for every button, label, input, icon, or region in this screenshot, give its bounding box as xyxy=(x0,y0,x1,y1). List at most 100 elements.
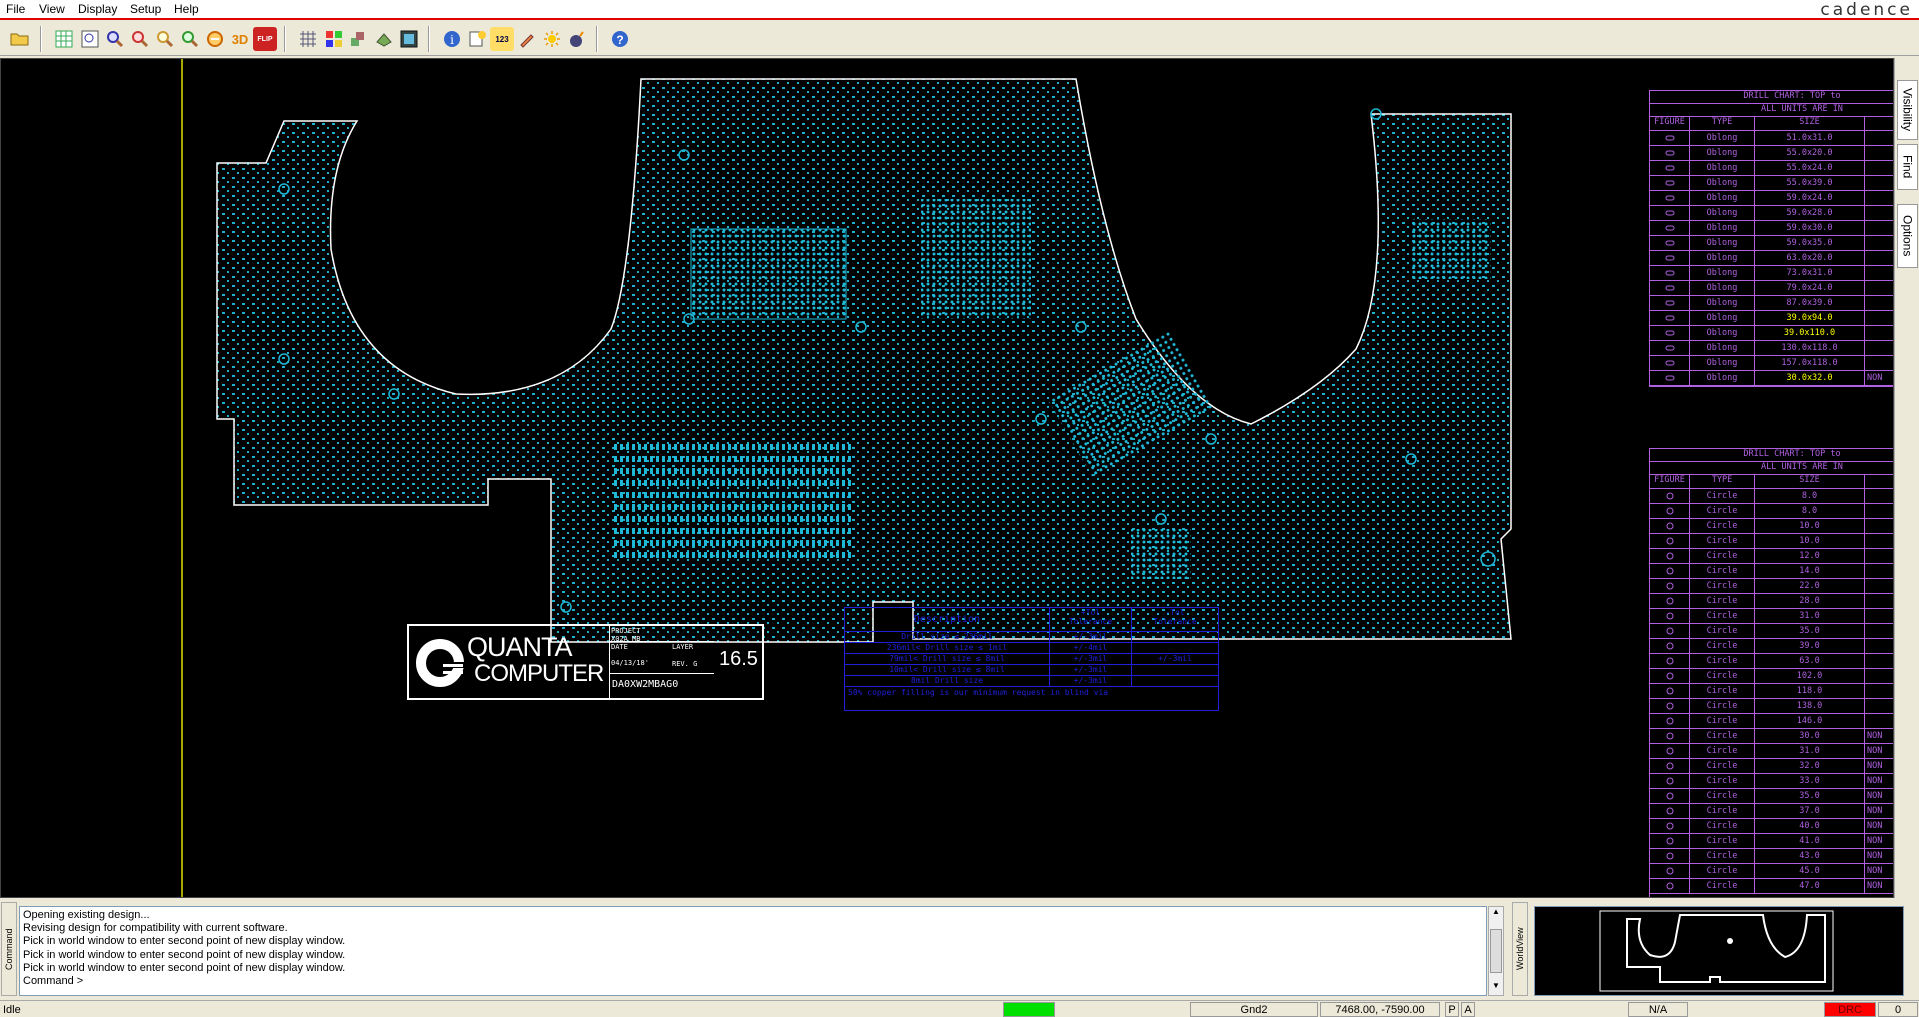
drill-row: Oblong 51.0x31.0 xyxy=(1650,131,1893,146)
layer-icon[interactable] xyxy=(347,27,371,51)
company-line-1: QUANTA xyxy=(467,632,573,662)
tolerance-cell: +/-3mil xyxy=(1050,654,1132,664)
drill-plating xyxy=(1865,489,1893,503)
drill-plating xyxy=(1865,714,1893,728)
drill-size: 130.0x118.0 xyxy=(1755,341,1865,355)
status-a-toggle[interactable]: A xyxy=(1461,1002,1475,1017)
scroll-down-icon[interactable]: ▼ xyxy=(1489,981,1503,995)
menu-setup[interactable]: Setup xyxy=(130,2,161,16)
zoom-out-icon[interactable] xyxy=(153,27,177,51)
toolbar: 3D FLIP i 123 ? xyxy=(0,22,1919,56)
status-p-toggle[interactable]: P xyxy=(1445,1002,1459,1017)
zoom-world-icon[interactable] xyxy=(178,27,202,51)
tolerance-rows: Drill size ≤ 236mil +/-3mil 236mil< Drill … xyxy=(845,632,1218,687)
drill-plating xyxy=(1865,504,1893,518)
worldview-label: WorldView xyxy=(1512,902,1528,996)
tab-visibility[interactable]: Visibility xyxy=(1897,80,1918,140)
zoom-points-icon[interactable] xyxy=(103,27,127,51)
tolerance-cell: 236mil< Drill size ≤ 1mil xyxy=(845,643,1050,653)
drill-size: 146.0 xyxy=(1755,714,1865,728)
tolerance-cell: 79mil< Drill size ≤ 8mil xyxy=(845,654,1050,664)
drill-row: Circle 102.0 xyxy=(1650,669,1893,684)
display-icon[interactable] xyxy=(397,27,421,51)
title-block: QUANTA COMPUTER PROJECT X02A MB DATE LAYER… xyxy=(407,624,764,700)
zoom-previous-icon[interactable] xyxy=(203,27,227,51)
drill-type: Circle xyxy=(1690,654,1755,668)
circle-drill-icon xyxy=(1650,759,1690,773)
menu-view[interactable]: View xyxy=(39,2,65,16)
grid-toggle-icon[interactable] xyxy=(296,27,320,51)
console-output[interactable]: Opening existing design... Revising desi… xyxy=(19,906,1487,996)
open-folder-icon[interactable] xyxy=(8,27,32,51)
command-prompt[interactable]: Command > xyxy=(23,975,1483,988)
drill-size: 30.0x32.0 xyxy=(1755,371,1865,385)
drill-plating xyxy=(1865,699,1893,713)
drill-row: Oblong 59.0x30.0 xyxy=(1650,221,1893,236)
drill-plating: NON xyxy=(1867,731,1883,741)
help-icon[interactable]: ? xyxy=(608,27,632,51)
world-view-window[interactable] xyxy=(1534,906,1904,996)
menu-display[interactable]: Display xyxy=(78,2,117,16)
layer-label: LAYER xyxy=(672,643,694,651)
drill-type: Circle xyxy=(1690,504,1755,518)
tolerance-cell xyxy=(1132,676,1218,686)
drill-type: Oblong xyxy=(1690,176,1755,190)
drill-plating: NON xyxy=(1867,836,1883,846)
drill-chart-2-type-header: TYPE xyxy=(1690,475,1755,488)
circle-drill-icon xyxy=(1650,729,1690,743)
design-canvas[interactable]: QUANTA COMPUTER PROJECT X02A MB DATE LAYER… xyxy=(0,58,1894,898)
drill-plating xyxy=(1865,594,1893,608)
status-active-layer[interactable]: Gnd2 xyxy=(1190,1002,1318,1017)
circle-drill-icon xyxy=(1650,534,1690,548)
shadow-icon[interactable] xyxy=(372,27,396,51)
status-drc[interactable]: DRC xyxy=(1824,1002,1876,1017)
drill-chart-1-size-header: SIZE xyxy=(1755,117,1865,130)
drill-type: Circle xyxy=(1690,774,1755,788)
status-indicator xyxy=(1003,1002,1055,1017)
zoom-in-icon[interactable] xyxy=(128,27,152,51)
zoom-fit-icon[interactable] xyxy=(78,27,102,51)
drill-plating: NON xyxy=(1867,866,1883,876)
bomb-icon[interactable] xyxy=(565,27,589,51)
circle-drill-icon xyxy=(1650,789,1690,803)
drill-plating: NON xyxy=(1867,806,1883,816)
grid-icon[interactable] xyxy=(52,27,76,51)
status-count: 0 xyxy=(1878,1002,1918,1017)
flip-icon[interactable]: FLIP xyxy=(253,27,277,51)
console-scrollbar[interactable]: ▲ ▼ xyxy=(1488,906,1504,996)
measure-icon[interactable]: 123 xyxy=(490,27,514,51)
highlight-icon[interactable] xyxy=(515,27,539,51)
menu-file[interactable]: File xyxy=(6,2,25,16)
date-value: 04/13/18' xyxy=(611,659,649,667)
menu-help[interactable]: Help xyxy=(174,2,199,16)
info-icon[interactable]: i xyxy=(440,27,464,51)
drill-size: 118.0 xyxy=(1755,684,1865,698)
drill-type: Circle xyxy=(1690,624,1755,638)
tab-find[interactable]: Find xyxy=(1897,144,1918,190)
drill-chart-2-figure-header: FIGURE xyxy=(1650,475,1690,488)
drill-chart-oblong: DRILL CHART: TOP to ALL UNITS ARE IN FIG… xyxy=(1649,90,1893,387)
date-label: DATE xyxy=(611,643,628,651)
status-coordinates: 7468.00, -7590.00 xyxy=(1320,1002,1440,1017)
tolerance-cell: +/-3mil xyxy=(1050,665,1132,675)
drill-type: Circle xyxy=(1690,609,1755,623)
properties-icon[interactable] xyxy=(465,27,489,51)
pcb-layout xyxy=(181,59,1512,897)
tab-options[interactable]: Options xyxy=(1897,204,1918,268)
drill-size: 87.0x39.0 xyxy=(1755,296,1865,310)
3d-view-icon[interactable]: 3D xyxy=(228,27,252,51)
oblong-drill-icon xyxy=(1650,206,1690,220)
drill-size: 55.0x39.0 xyxy=(1755,176,1865,190)
drill-row: Circle 10.0 xyxy=(1650,534,1893,549)
drill-type: Oblong xyxy=(1690,236,1755,250)
color-icon[interactable] xyxy=(322,27,346,51)
drill-type: Circle xyxy=(1690,489,1755,503)
drill-plating: NON xyxy=(1867,851,1883,861)
scroll-up-icon[interactable]: ▲ xyxy=(1489,907,1503,921)
scroll-thumb[interactable] xyxy=(1490,929,1502,973)
dehighlight-icon[interactable] xyxy=(540,27,564,51)
drill-plating xyxy=(1865,654,1893,668)
drill-row: Oblong 30.0x32.0 NON xyxy=(1650,371,1893,386)
drill-plating xyxy=(1865,236,1893,250)
drill-type: Circle xyxy=(1690,789,1755,803)
